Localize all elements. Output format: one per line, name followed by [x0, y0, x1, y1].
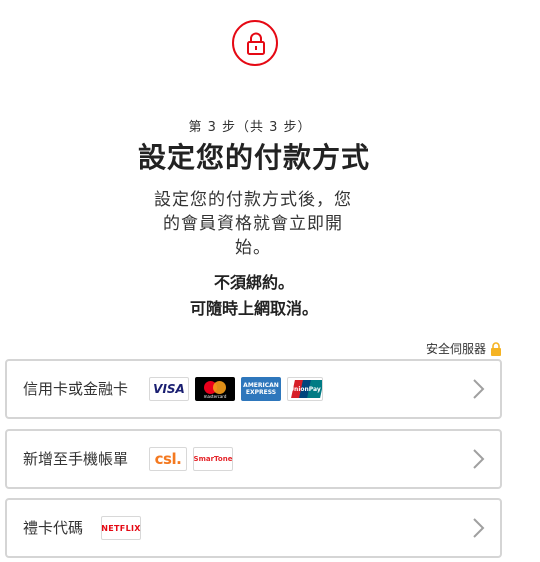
- giftcard-logos: NETFLIX: [101, 516, 141, 540]
- page-title: 設定您的付款方式: [137, 141, 370, 174]
- gift-card-option[interactable]: 禮卡代碼 NETFLIX: [5, 498, 502, 558]
- card-logos: VISA mastercard AMERICAN EXPRESS UnionPa…: [149, 377, 323, 401]
- chevron-right-icon: [473, 449, 485, 469]
- secure-server-text: 安全伺服器: [425, 342, 486, 356]
- step-indicator: 第 3 步（共 3 步）: [188, 120, 312, 135]
- mobile-billing-option[interactable]: 新增至手機帳單 csl. SmarTone: [5, 429, 502, 489]
- lock-glyph-icon: [247, 32, 265, 55]
- option-label: 新增至手機帳單: [23, 450, 129, 468]
- chevron-right-icon: [473, 518, 485, 538]
- csl-logo: csl.: [149, 447, 187, 471]
- visa-logo: VISA: [149, 377, 189, 401]
- no-contract-text: 不須綁約。: [213, 273, 294, 292]
- contract-note: 不須綁約。 可隨時上網取消。: [0, 270, 508, 322]
- smartone-logo: SmarTone: [193, 447, 233, 471]
- unionpay-logo: UnionPay: [287, 377, 323, 401]
- option-label: 禮卡代碼: [23, 519, 84, 537]
- amex-logo: AMERICAN EXPRESS: [241, 377, 281, 401]
- description-text: 設定您的付款方式後，您的會員資格就會立即開始。: [154, 190, 352, 258]
- mastercard-logo: mastercard: [195, 377, 235, 401]
- chevron-right-icon: [473, 379, 485, 399]
- option-label: 信用卡或金融卡: [23, 380, 129, 398]
- carrier-logos: csl. SmarTone: [149, 447, 233, 471]
- credit-debit-card-option[interactable]: 信用卡或金融卡 VISA mastercard AMERICAN EXPRESS…: [5, 359, 502, 419]
- padlock-icon: [491, 341, 501, 356]
- secure-server-label: 安全伺服器: [426, 340, 502, 357]
- lock-icon: [232, 20, 278, 66]
- netflix-logo: NETFLIX: [101, 516, 141, 540]
- cancel-online-text: 可隨時上網取消。: [189, 299, 318, 318]
